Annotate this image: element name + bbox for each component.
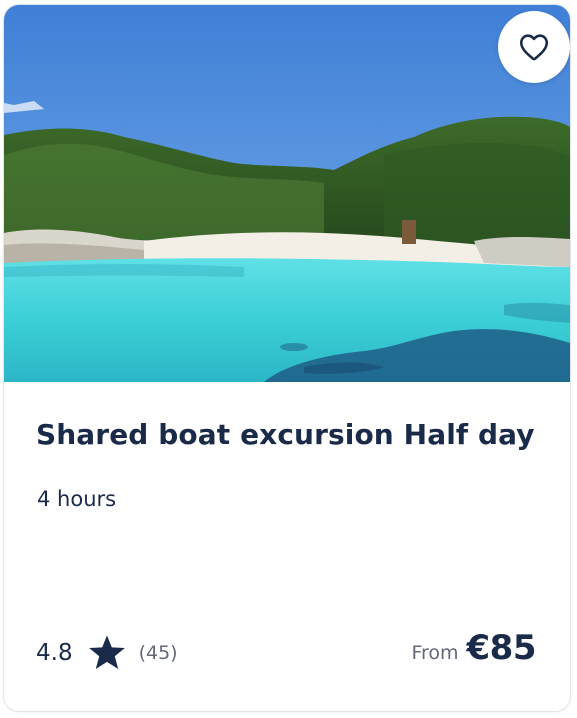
product-card[interactable]: Shared boat excursion Half day 4 hours 4… bbox=[3, 4, 571, 712]
price: From €85 bbox=[411, 628, 536, 668]
product-title[interactable]: Shared boat excursion Half day bbox=[36, 418, 535, 451]
price-value: €85 bbox=[466, 628, 537, 668]
rating-value: 4.8 bbox=[36, 640, 73, 666]
rating-count: (45) bbox=[138, 642, 178, 664]
rating: 4.8 (45) bbox=[36, 634, 178, 672]
price-prefix: From bbox=[411, 642, 459, 664]
star-icon bbox=[88, 635, 125, 670]
favorite-button[interactable] bbox=[498, 11, 570, 83]
card-body: Shared boat excursion Half day 4 hours 4… bbox=[4, 382, 570, 711]
product-image[interactable] bbox=[4, 5, 570, 382]
heart-outline-icon bbox=[519, 34, 549, 61]
duration-label: 4 hours bbox=[37, 487, 117, 511]
